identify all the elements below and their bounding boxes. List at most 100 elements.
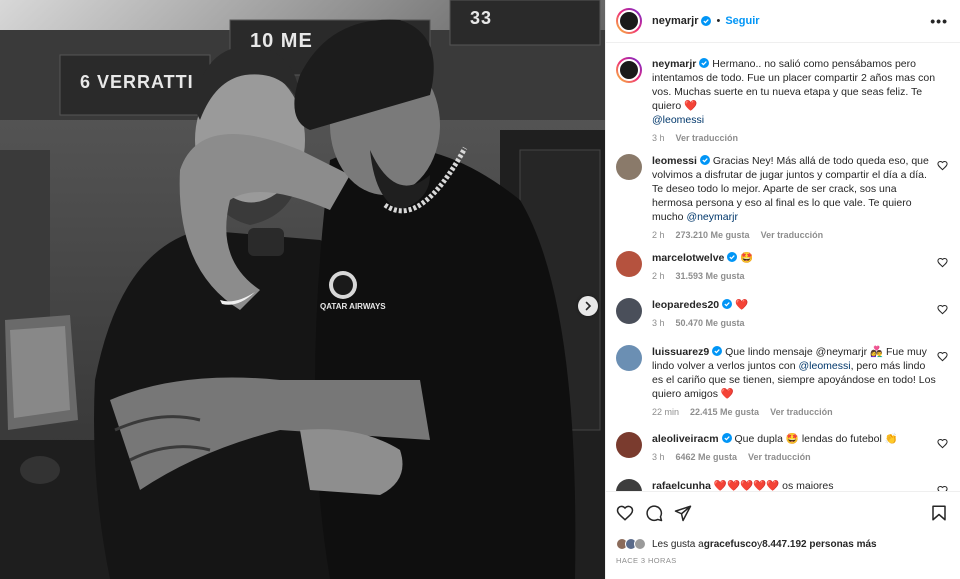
comment-body: aleoliveiracm Que dupla 🤩 lendas do fute… (652, 432, 937, 462)
comment-text: leomessi Gracias Ney! Más allá de todo q… (652, 154, 937, 224)
comment-username[interactable]: rafaelcunha (652, 480, 711, 491)
comment-item: marcelotwelve 🤩 2 h 31.593 Me gusta (616, 251, 948, 281)
verified-icon (712, 346, 723, 356)
comment-username[interactable]: leomessi (652, 155, 697, 167)
commenter-avatar[interactable] (616, 298, 642, 324)
more-options-button[interactable]: ••• (930, 13, 948, 29)
follow-button[interactable]: Seguir (725, 15, 759, 27)
heart-icon[interactable] (937, 438, 948, 449)
post-side-panel: neymarjr • Seguir ••• neymarjr Hermano..… (605, 0, 960, 579)
post-caption: neymarjr Hermano.. no salió como pensába… (616, 57, 948, 143)
comment-text: rafaelcunha ❤️❤️❤️❤️❤️ os maiores (652, 479, 937, 491)
verified-icon (722, 299, 733, 309)
mention-link[interactable]: @leomessi (799, 360, 851, 372)
comment-likes[interactable]: 273.210 Me gusta (676, 230, 750, 240)
comment-time: 3 h (652, 452, 665, 462)
comment-content: ❤️❤️❤️❤️❤️ os maiores (710, 480, 834, 491)
comment-icon[interactable] (645, 504, 663, 522)
comment-likes[interactable]: 31.593 Me gusta (676, 271, 745, 281)
verified-icon (699, 155, 710, 165)
comment-emoji: ❤️ (735, 299, 749, 311)
heart-icon[interactable] (937, 304, 948, 315)
comment-username[interactable]: neymarjr (652, 58, 696, 70)
mention-link[interactable]: @leomessi (652, 114, 704, 126)
see-translation-link[interactable]: Ver traducción (770, 407, 833, 417)
comment-time: 3 h (652, 318, 665, 328)
likes-count-link[interactable]: 8.447.192 personas más (762, 539, 877, 550)
chevron-right-icon (585, 301, 592, 311)
comment-text: leoparedes20 ❤️ (652, 298, 937, 312)
send-icon[interactable] (674, 504, 692, 522)
commenter-avatar[interactable] (616, 57, 642, 83)
comment-body: leomessi Gracias Ney! Más allá de todo q… (652, 154, 937, 240)
locker-label-verratti: 6 VERRATTI (80, 72, 194, 92)
comment-time: 3 h (652, 133, 665, 143)
locker-label-top-right: 33 (470, 8, 493, 28)
heart-icon[interactable] (937, 160, 948, 171)
comment-emoji: ❤️ (684, 100, 698, 112)
bookmark-icon[interactable] (930, 504, 948, 522)
heart-icon[interactable] (937, 257, 948, 268)
comment-body: marcelotwelve 🤩 2 h 31.593 Me gusta (652, 251, 937, 281)
see-translation-link[interactable]: Ver traducción (748, 452, 811, 462)
heart-icon[interactable] (937, 351, 948, 362)
comment-body: luissuarez9 Que lindo mensaje @neymarjr … (652, 345, 937, 417)
post-header: neymarjr • Seguir ••• (606, 0, 960, 43)
comment-item: leomessi Gracias Ney! Más allá de todo q… (616, 154, 948, 240)
comment-body: leoparedes20 ❤️ 3 h 50.470 Me gusta (652, 298, 937, 328)
likes-user-link[interactable]: gracefusco (704, 539, 757, 550)
likes-prefix: Les gusta a (652, 538, 704, 550)
header-separator: • (716, 15, 721, 27)
comment-time: 22 min (652, 407, 680, 417)
shirt-sponsor: QATAR AIRWAYS (320, 302, 386, 311)
mention-link[interactable]: @neymarjr (686, 211, 738, 223)
comment-item: luissuarez9 Que lindo mensaje @neymarjr … (616, 345, 948, 417)
commenter-avatar[interactable] (616, 345, 642, 371)
author-username[interactable]: neymarjr (652, 15, 698, 27)
author-avatar[interactable] (616, 8, 642, 34)
comment-text: neymarjr Hermano.. no salió como pensába… (652, 57, 937, 127)
comment-meta: 3 h Ver traducción (652, 133, 937, 143)
comment-emoji: 🤩 (740, 252, 754, 264)
comment-text: aleoliveiracm Que dupla 🤩 lendas do fute… (652, 432, 937, 446)
comment-username[interactable]: luissuarez9 (652, 346, 709, 358)
comment-username[interactable]: marcelotwelve (652, 252, 724, 264)
commenter-avatar[interactable] (616, 251, 642, 277)
comment-likes[interactable]: 22.415 Me gusta (690, 407, 759, 417)
comment-item: rafaelcunha ❤️❤️❤️❤️❤️ os maiores (616, 479, 948, 491)
verified-icon (699, 58, 710, 68)
comment-likes[interactable]: 6462 Me gusta (676, 452, 738, 462)
next-photo-button[interactable] (578, 296, 598, 316)
comment-content: Que dupla 🤩 lendas do futebol 👏 (731, 433, 898, 445)
comment-item: leoparedes20 ❤️ 3 h 50.470 Me gusta (616, 298, 948, 328)
comment-text: luissuarez9 Que lindo mensaje @neymarjr … (652, 345, 937, 401)
liker-avatars (616, 538, 646, 550)
comment-meta: 22 min 22.415 Me gusta Ver traducción (652, 407, 937, 417)
post-actions: Les gusta a gracefusco y 8.447.192 perso… (606, 491, 960, 579)
commenter-avatar[interactable] (616, 432, 642, 458)
locker-label-top: 10 ME (250, 30, 313, 52)
see-translation-link[interactable]: Ver traducción (761, 230, 824, 240)
comment-time: 2 h (652, 271, 665, 281)
comment-likes[interactable]: 50.470 Me gusta (676, 318, 745, 328)
verified-icon (721, 433, 732, 443)
heart-icon[interactable] (616, 504, 634, 522)
comment-meta: 2 h 273.210 Me gusta Ver traducción (652, 230, 937, 240)
verified-icon (727, 252, 738, 262)
see-translation-link[interactable]: Ver traducción (676, 133, 739, 143)
comment-item: aleoliveiracm Que dupla 🤩 lendas do fute… (616, 432, 948, 462)
comment-text: marcelotwelve 🤩 (652, 251, 937, 265)
comment-meta: 3 h 50.470 Me gusta (652, 318, 937, 328)
comment-meta: 2 h 31.593 Me gusta (652, 271, 937, 281)
comment-meta: 3 h 6462 Me gusta Ver traducción (652, 452, 937, 462)
comments-list[interactable]: neymarjr Hermano.. no salió como pensába… (606, 43, 960, 491)
post-timestamp: HACE 3 HORAS (616, 556, 677, 565)
comment-username[interactable]: leoparedes20 (652, 299, 719, 311)
likes-summary: Les gusta a gracefusco y 8.447.192 perso… (616, 538, 948, 550)
comment-username[interactable]: aleoliveiracm (652, 433, 719, 445)
commenter-avatar[interactable] (616, 479, 642, 491)
comment-body: neymarjr Hermano.. no salió como pensába… (652, 57, 937, 143)
comment-time: 2 h (652, 230, 665, 240)
commenter-avatar[interactable] (616, 154, 642, 180)
verified-icon (701, 16, 712, 26)
